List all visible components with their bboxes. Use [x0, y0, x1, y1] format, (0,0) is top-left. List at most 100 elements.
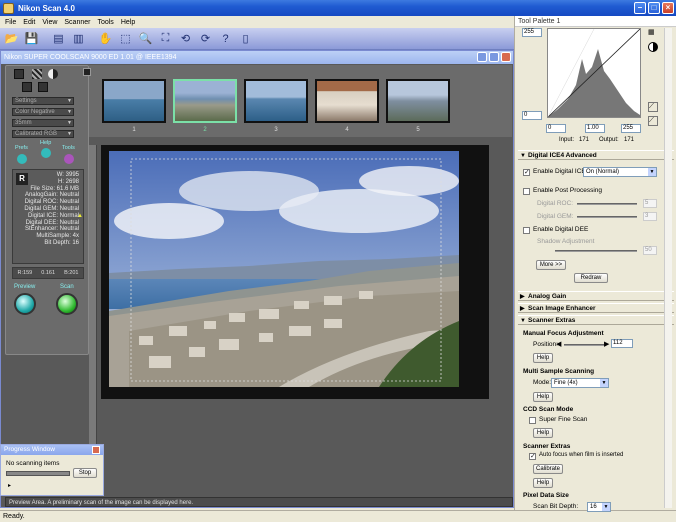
child-close-button[interactable]	[501, 52, 511, 62]
ice-mode-select[interactable]: On (Normal)	[583, 167, 657, 177]
extras-help-button[interactable]: Help	[533, 478, 553, 488]
green-value: 0.161	[41, 270, 56, 276]
zoom-tool-icon[interactable]	[38, 82, 48, 92]
thumbnail-number: 1	[132, 127, 136, 133]
copy-icon[interactable]: ▤	[50, 30, 67, 47]
menu-file[interactable]: File	[5, 19, 16, 26]
multi-sample-help-button[interactable]: Help	[533, 392, 553, 402]
help-button[interactable]	[41, 148, 51, 158]
preview-area[interactable]	[89, 137, 512, 494]
zoom-icon[interactable]: 🔍	[137, 30, 154, 47]
contrast-icon[interactable]	[48, 69, 58, 79]
layout-icon[interactable]	[14, 69, 24, 79]
input-high-field[interactable]: 255	[621, 124, 641, 133]
digital-roc-field[interactable]: 5	[643, 199, 657, 208]
ccd-help-button[interactable]: Help	[533, 428, 553, 438]
more-button[interactable]: More >>	[536, 260, 566, 270]
expand-arrow-icon[interactable]: ▸	[8, 482, 11, 489]
ccd-scan-mode-label: CCD Scan Mode	[523, 406, 574, 413]
thumbnail-2[interactable]	[173, 79, 237, 123]
palette-scrollbar[interactable]	[664, 28, 672, 508]
black-point-icon[interactable]: ⟋	[648, 102, 658, 112]
gamma-field[interactable]: 1.00	[585, 124, 605, 133]
post-processing-checkbox[interactable]	[523, 188, 530, 195]
prefs-button[interactable]	[17, 154, 27, 164]
tools-button[interactable]	[64, 154, 74, 164]
fit-icon[interactable]: ⛶	[157, 30, 174, 47]
scan-image-enhancer-section-header[interactable]: Scan Image Enhancer	[518, 303, 674, 314]
analog-gain-section-header[interactable]: Analog Gain	[518, 291, 674, 302]
film-type-select[interactable]: Color Negative	[12, 108, 74, 116]
scan-bit-depth-label: Scan Bit Depth:	[533, 503, 579, 510]
menu-help[interactable]: Help	[121, 19, 135, 26]
settings-select[interactable]: Settings	[12, 97, 74, 105]
open-icon[interactable]: 📂	[3, 30, 20, 47]
menu-scanner[interactable]: Scanner	[64, 19, 90, 26]
super-fine-scan-checkbox[interactable]	[529, 417, 536, 424]
autofocus-checkbox[interactable]	[529, 452, 536, 460]
enable-ice-checkbox[interactable]	[523, 168, 530, 176]
digital-dee-checkbox[interactable]	[523, 227, 530, 234]
info-digital-dee: Digital DEE: Neutral	[25, 219, 79, 226]
stop-button[interactable]: Stop	[73, 468, 97, 478]
output-low-field[interactable]: 0	[522, 111, 542, 120]
output-high-field[interactable]: 255	[522, 28, 542, 37]
film-format-select[interactable]: 35mm	[12, 119, 74, 127]
app-title-bar: Nikon Scan 4.0 – □ ×	[0, 0, 676, 16]
scanner-extras-section-header[interactable]: Scanner Extras	[518, 315, 674, 326]
shadow-adjustment-slider[interactable]	[555, 250, 637, 252]
preview-button[interactable]	[14, 293, 36, 315]
child-minimize-button[interactable]	[477, 52, 487, 62]
maximize-button[interactable]: □	[648, 2, 660, 14]
rotate-left-icon[interactable]: ⟲	[177, 30, 194, 47]
digital-roc-label: Digital ROC:	[537, 200, 574, 207]
strip-toggle-icon[interactable]	[83, 68, 91, 76]
rotate-right-icon[interactable]: ⟳	[197, 30, 214, 47]
red-value: R:159	[17, 270, 33, 276]
channel-icon[interactable]	[648, 42, 658, 52]
digital-gem-slider[interactable]	[577, 216, 637, 218]
multi-sample-mode-select[interactable]: Fine (4x)	[551, 378, 609, 388]
minimize-button[interactable]: –	[634, 2, 646, 14]
histogram[interactable]	[547, 28, 641, 118]
save-icon[interactable]: 💾	[23, 30, 40, 47]
redraw-button[interactable]: Redraw	[574, 273, 608, 283]
digital-gem-field[interactable]: 3	[643, 212, 657, 221]
print-icon[interactable]: ▥	[70, 30, 87, 47]
preview-image[interactable]	[109, 151, 459, 387]
close-button[interactable]: ×	[662, 2, 674, 14]
progress-close-button[interactable]	[92, 446, 100, 454]
menu-view[interactable]: View	[42, 19, 57, 26]
focus-right-arrow-icon[interactable]: ▶	[604, 340, 609, 348]
thumbnail-1[interactable]	[102, 79, 166, 123]
menu-edit[interactable]: Edit	[23, 19, 35, 26]
calibrate-button[interactable]: Calibrate	[533, 464, 563, 474]
thumbnail-3[interactable]	[244, 79, 308, 123]
hand-icon[interactable]: ✋	[97, 30, 114, 47]
input-low-field[interactable]: 0	[546, 124, 566, 133]
shadow-adjustment-label: Shadow Adjustment	[537, 238, 595, 245]
auto-contrast-icon[interactable]: ▦	[648, 28, 658, 38]
digital-roc-slider[interactable]	[577, 203, 637, 205]
digital-ice-section-header[interactable]: Digital ICE4 Advanced	[518, 150, 674, 161]
help-icon[interactable]: ?	[217, 30, 234, 47]
white-point-icon[interactable]: ⟋	[648, 116, 658, 126]
color-space-select[interactable]: Calibrated RGB	[12, 130, 74, 138]
focus-position-field[interactable]: 112	[611, 339, 633, 348]
menu-tools[interactable]: Tools	[97, 19, 113, 26]
prefs-label: Prefs	[15, 145, 28, 151]
bit-depth-select[interactable]: 16	[587, 502, 611, 512]
crop-icon[interactable]: ⬚	[117, 30, 134, 47]
eyedropper-icon[interactable]	[22, 82, 32, 92]
thumbnail-5[interactable]	[386, 79, 450, 123]
scan-button[interactable]	[56, 293, 78, 315]
shadow-adjustment-field[interactable]: 50	[643, 246, 657, 255]
blue-value: B:201	[64, 270, 79, 276]
grid-icon[interactable]	[32, 69, 42, 79]
thumbnail-4[interactable]	[315, 79, 379, 123]
focus-help-button[interactable]: Help	[533, 353, 553, 363]
child-maximize-button[interactable]	[489, 52, 499, 62]
info-icon[interactable]: ▯	[237, 30, 254, 47]
focus-position-slider[interactable]	[564, 344, 604, 346]
focus-left-arrow-icon[interactable]: ◀	[556, 340, 561, 348]
